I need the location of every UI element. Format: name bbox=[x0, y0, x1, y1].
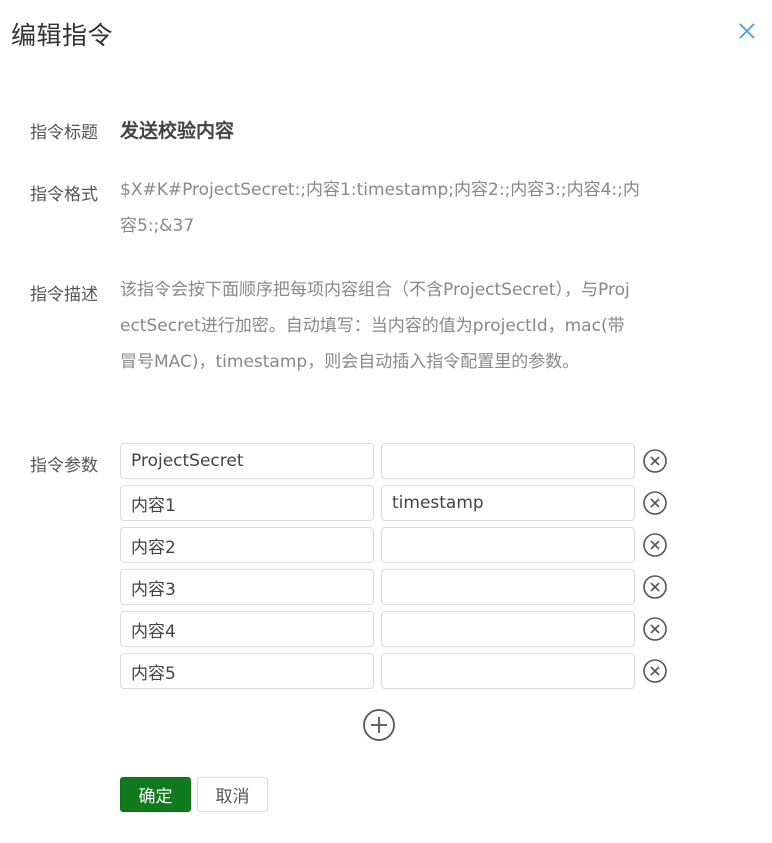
format-label: 指令格式 bbox=[30, 185, 98, 205]
param-row bbox=[120, 653, 680, 689]
param-value-input[interactable] bbox=[381, 527, 635, 563]
remove-circle-icon[interactable] bbox=[642, 448, 668, 474]
description-value: 该指令会按下面顺序把每项内容组合（不含ProjectSecret），与Proje… bbox=[120, 280, 630, 372]
param-value-input[interactable] bbox=[381, 611, 635, 647]
close-icon[interactable] bbox=[737, 21, 757, 41]
remove-circle-icon[interactable] bbox=[642, 490, 668, 516]
confirm-button[interactable]: 确定 bbox=[120, 777, 191, 812]
param-key-input[interactable] bbox=[120, 485, 374, 521]
param-row bbox=[120, 443, 680, 479]
add-circle-icon[interactable] bbox=[362, 708, 396, 742]
param-row bbox=[120, 611, 680, 647]
params-label: 指令参数 bbox=[30, 456, 98, 476]
remove-circle-icon[interactable] bbox=[642, 574, 668, 600]
param-row bbox=[120, 527, 680, 563]
param-row bbox=[120, 569, 680, 605]
title-label: 指令标题 bbox=[30, 123, 98, 143]
param-key-input[interactable] bbox=[120, 527, 374, 563]
param-key-input[interactable] bbox=[120, 653, 374, 689]
param-key-input[interactable] bbox=[120, 569, 374, 605]
cancel-button[interactable]: 取消 bbox=[197, 777, 268, 812]
param-key-input[interactable] bbox=[120, 443, 374, 479]
param-value-input[interactable] bbox=[381, 443, 635, 479]
remove-circle-icon[interactable] bbox=[642, 616, 668, 642]
param-value-input[interactable] bbox=[381, 485, 635, 521]
param-value-input[interactable] bbox=[381, 569, 635, 605]
remove-circle-icon[interactable] bbox=[642, 532, 668, 558]
description-label: 指令描述 bbox=[30, 285, 98, 305]
param-row bbox=[120, 485, 680, 521]
param-key-input[interactable] bbox=[120, 611, 374, 647]
param-value-input[interactable] bbox=[381, 653, 635, 689]
format-value: $X#K#ProjectSecret:;内容1:timestamp;内容2:;内… bbox=[120, 180, 640, 236]
title-value: 发送校验内容 bbox=[120, 120, 235, 142]
remove-circle-icon[interactable] bbox=[642, 658, 668, 684]
dialog-title: 编辑指令 bbox=[11, 21, 114, 50]
